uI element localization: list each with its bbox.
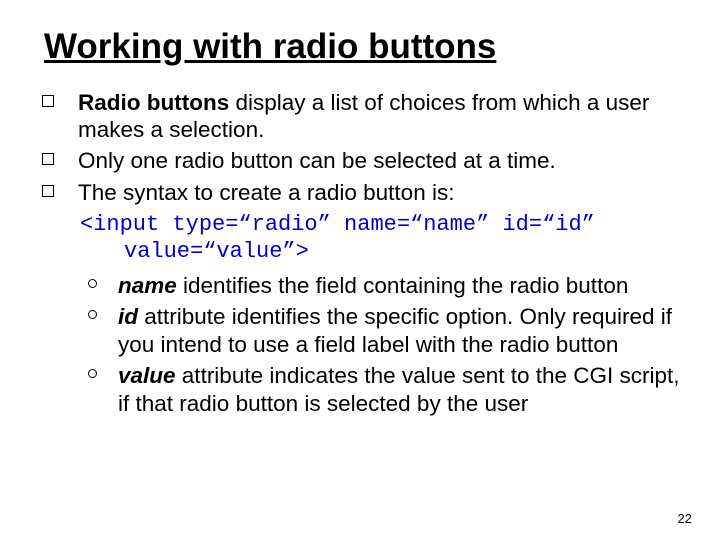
text: The syntax to create a radio button is: [78, 180, 454, 205]
list-item: The syntax to create a radio button is: [36, 179, 690, 206]
circle-bullet-icon [88, 279, 97, 288]
text: attribute indicates the value sent to th… [118, 363, 680, 415]
list-item: Only one radio button can be selected at… [36, 147, 690, 174]
circle-bullet-icon [88, 369, 97, 378]
square-bullet-icon [42, 185, 54, 197]
code-line: value=“value”> [80, 239, 690, 266]
circle-bullet-icon [88, 310, 97, 319]
list-item: value attribute indicates the value sent… [88, 362, 690, 417]
text: Only one radio button can be selected at… [78, 148, 556, 173]
list-item: name identifies the field containing the… [88, 272, 690, 299]
code-line: <input type=“radio” name=“name” id=“id” [80, 212, 690, 239]
page-title: Working with radio buttons [44, 28, 690, 67]
text: identifies the field containing the radi… [177, 273, 629, 298]
bold-italic-text: name [118, 273, 177, 298]
slide: Working with radio buttons Radio buttons… [0, 0, 720, 540]
code-block: <input type=“radio” name=“name” id=“id” … [80, 212, 690, 266]
bold-italic-text: value [118, 363, 176, 388]
square-bullet-icon [42, 95, 54, 107]
page-number: 22 [678, 511, 692, 526]
bold-text: Radio buttons [78, 90, 229, 115]
text: attribute identifies the specific option… [118, 304, 672, 356]
main-bullet-list: Radio buttons display a list of choices … [36, 89, 690, 207]
list-item: id attribute identifies the specific opt… [88, 303, 690, 358]
sub-bullet-list: name identifies the field containing the… [88, 272, 690, 417]
square-bullet-icon [42, 153, 54, 165]
list-item: Radio buttons display a list of choices … [36, 89, 690, 144]
bold-italic-text: id [118, 304, 138, 329]
